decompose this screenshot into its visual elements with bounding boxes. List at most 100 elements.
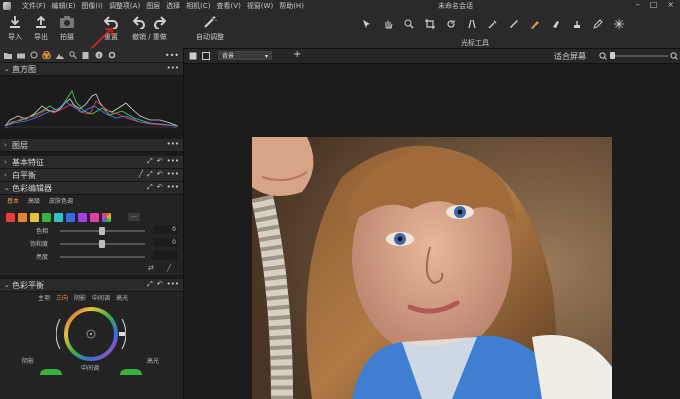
zoom-tool[interactable] <box>398 16 419 32</box>
picker-icon[interactable]: ╱ <box>139 170 143 179</box>
picker-icon[interactable]: ╱ <box>167 264 171 272</box>
reset-panel-icon[interactable]: ↶ <box>157 170 163 179</box>
panel-more-icon[interactable]: ••• <box>167 183 179 192</box>
hue-knob[interactable] <box>99 227 105 235</box>
swatch-menu-button[interactable]: … <box>128 213 140 221</box>
panel-more-icon[interactable]: ••• <box>167 157 179 166</box>
pen-tool[interactable] <box>545 16 566 32</box>
swatch-purple[interactable] <box>78 212 87 222</box>
undo-redo-button[interactable]: 撤销 / 重做 <box>132 15 167 42</box>
menu-layers[interactable]: 图层 <box>146 1 160 11</box>
zoom-slider[interactable] <box>612 55 668 57</box>
wb-header[interactable]: › 白平衡 ╱ ⤢ ↶ ••• <box>0 169 183 182</box>
cursor-options[interactable] <box>608 16 629 32</box>
menu-window[interactable]: 视窗(W) <box>247 1 273 11</box>
swatch-orange[interactable] <box>18 212 27 222</box>
background-select[interactable]: 背景 ▾ <box>218 51 272 60</box>
mode-master[interactable]: 主项 <box>38 293 50 302</box>
annotate-tool[interactable] <box>587 16 608 32</box>
tabs-more-icon[interactable]: ••• <box>165 51 179 60</box>
swap-icon[interactable]: ⇄ <box>148 264 154 272</box>
add-icon[interactable]: + <box>293 49 301 60</box>
mode-highlight[interactable]: 高光 <box>116 293 128 302</box>
multi-view-icon[interactable] <box>202 52 210 60</box>
close-icon[interactable]: × <box>667 0 674 9</box>
layers-header[interactable]: › 图层 ••• <box>0 139 183 152</box>
expand-panel-icon[interactable]: ⤢ <box>147 157 153 166</box>
basic-header[interactable]: › 基本特征 ⤢ ↶ ••• <box>0 156 183 169</box>
saturation-value[interactable]: 0 <box>153 238 178 247</box>
panel-more-icon[interactable]: ••• <box>167 64 179 72</box>
minimize-icon[interactable]: – <box>636 0 640 9</box>
tab-lens[interactable] <box>29 51 38 60</box>
menu-view[interactable]: 查看(V) <box>217 1 241 11</box>
tab-details[interactable] <box>68 51 77 60</box>
tab-capture[interactable] <box>16 51 25 60</box>
tab-color[interactable] <box>42 50 51 60</box>
tab-exposure[interactable] <box>55 51 64 60</box>
swatch-magenta[interactable] <box>90 212 99 222</box>
capture-button[interactable]: 拍摄 <box>59 15 75 42</box>
zoom-out-icon[interactable] <box>599 52 607 60</box>
rotate-tool[interactable] <box>440 16 461 32</box>
zoom-in-icon[interactable] <box>670 52 678 60</box>
export-button[interactable]: 导出 <box>34 15 48 42</box>
tab-skin-tone[interactable]: 皮肤色调 <box>49 196 73 205</box>
swatch-red[interactable] <box>6 212 15 222</box>
color-editor-header[interactable]: ⌄ 色彩编辑器 ⤢ ↶ ••• <box>0 182 183 195</box>
clone-tool[interactable] <box>566 16 587 32</box>
tab-library[interactable] <box>3 51 12 60</box>
expand-panel-icon[interactable]: ⤢ <box>147 183 153 192</box>
brush-tool[interactable] <box>524 16 545 32</box>
hue-value[interactable]: 0 <box>153 225 178 234</box>
color-balance-header[interactable]: ⌄ 色彩平衡 ⤢ ↶ ••• <box>0 279 183 292</box>
saturation-knob[interactable] <box>99 240 105 248</box>
swatch-cyan[interactable] <box>54 212 63 222</box>
brightness-value[interactable] <box>153 251 178 260</box>
menu-edit[interactable]: 编辑(E) <box>52 1 76 11</box>
tab-advanced[interactable]: 高级 <box>28 196 40 205</box>
menu-help[interactable]: 帮助(H) <box>279 1 304 11</box>
mode-shadow[interactable]: 阴影 <box>74 293 86 302</box>
import-button[interactable]: 导入 <box>8 15 22 42</box>
panel-more-icon[interactable]: ••• <box>167 280 179 289</box>
crop-tool[interactable] <box>419 16 440 32</box>
select-tool[interactable] <box>356 16 377 32</box>
auto-adjust-button[interactable]: 自动调整 <box>196 15 224 42</box>
maximize-icon[interactable]: □ <box>650 0 658 9</box>
color-wheel[interactable] <box>56 303 126 365</box>
pan-tool[interactable] <box>377 16 398 32</box>
panel-more-icon[interactable]: ••• <box>167 140 179 148</box>
shadow-wheel[interactable] <box>40 369 62 375</box>
reset-panel-icon[interactable]: ↶ <box>157 280 163 289</box>
swatch-all-icon[interactable] <box>102 212 111 222</box>
mode-midtone[interactable]: 中间调 <box>92 293 110 302</box>
single-view-icon[interactable] <box>189 52 197 60</box>
menu-file[interactable]: 文件(F) <box>22 1 46 11</box>
menu-image[interactable]: 图像(I) <box>81 1 103 11</box>
brightness-track[interactable] <box>60 256 145 258</box>
tab-metadata[interactable] <box>94 51 103 60</box>
swatch-green[interactable] <box>42 212 51 222</box>
menu-adjustments[interactable]: 调整项(A) <box>109 1 140 11</box>
tab-adjustments[interactable] <box>81 51 90 60</box>
keystone-tool[interactable] <box>461 16 482 32</box>
expand-panel-icon[interactable]: ⤢ <box>147 170 153 179</box>
expand-panel-icon[interactable]: ⤢ <box>147 280 153 289</box>
tab-basic[interactable]: 基本 <box>7 196 19 205</box>
histogram-header[interactable]: ⌄ 直方图 ••• <box>0 63 183 76</box>
picker-tool[interactable] <box>482 16 503 32</box>
tab-settings[interactable] <box>107 51 116 60</box>
portrait-photo[interactable] <box>252 137 612 399</box>
highlight-wheel[interactable] <box>120 369 142 375</box>
swatch-yellow[interactable] <box>30 212 39 222</box>
panel-more-icon[interactable]: ••• <box>167 170 179 179</box>
zoom-knob[interactable] <box>610 52 615 59</box>
menu-select[interactable]: 选择 <box>166 1 180 11</box>
fit-screen-label[interactable]: 适合屏幕 <box>554 51 586 62</box>
ruler-tool[interactable] <box>503 16 524 32</box>
reset-panel-icon[interactable]: ↶ <box>157 183 163 192</box>
reset-panel-icon[interactable]: ↶ <box>157 157 163 166</box>
swatch-blue[interactable] <box>66 212 75 222</box>
menu-camera[interactable]: 相机(C) <box>186 1 210 11</box>
